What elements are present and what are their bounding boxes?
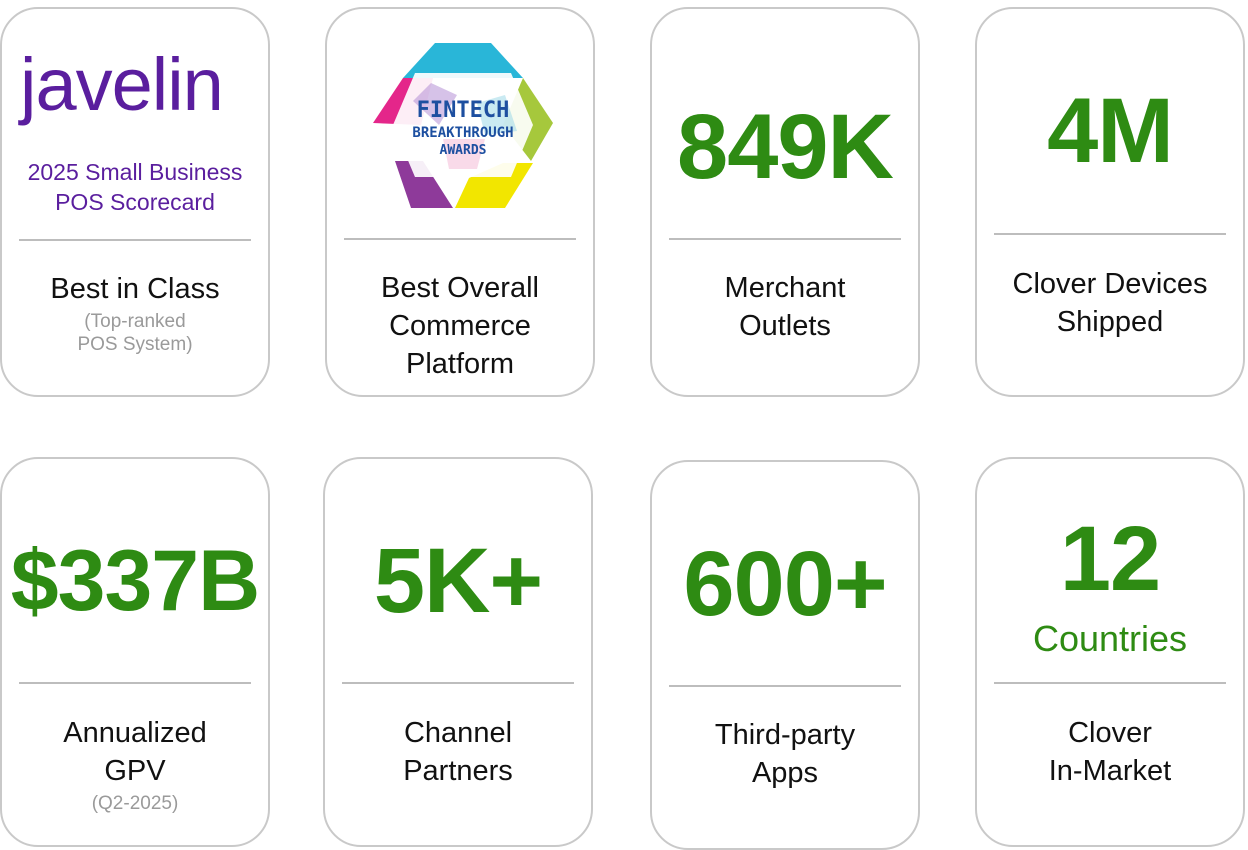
card-label-line1: Annualized [63, 717, 207, 749]
stat-value: 5K+ [373, 530, 543, 632]
card-merchant-outlets: 849K Merchant Outlets [650, 7, 920, 397]
divider [19, 682, 251, 684]
card-third-party-apps: 600+ Third-party Apps [650, 460, 920, 850]
stat-value: $337B [10, 533, 260, 629]
card-note-line2: POS System) [77, 334, 193, 355]
fintech-breakthrough-badge-icon: FINTECH BREAKTHROUGH AWARDS [373, 43, 553, 208]
stat-value: 600+ [683, 533, 887, 635]
card-label-line1: Clover Devices [1012, 268, 1208, 300]
scorecard-title: 2025 Small Business POS Scorecard [2, 157, 268, 217]
card-label-line1: Clover [1068, 717, 1152, 749]
card-devices-shipped: 4M Clover Devices Shipped [975, 7, 1245, 397]
card-label-line2: Commerce [389, 310, 531, 342]
card-label: Best Overall Commerce Platform [327, 269, 593, 383]
scorecard-title-line1: 2025 Small Business [27, 159, 243, 185]
divider [669, 238, 901, 240]
badge-line2: BREAKTHROUGH [412, 125, 513, 141]
card-label: Third-party Apps [652, 716, 918, 792]
card-fintech-award: FINTECH BREAKTHROUGH AWARDS Best Overall… [325, 7, 595, 397]
divider [669, 685, 901, 687]
card-label-line2: Apps [751, 757, 819, 789]
card-label: Merchant Outlets [652, 269, 918, 345]
stat-value: 12 [1059, 508, 1161, 610]
card-note-line1: (Top-ranked [84, 311, 186, 332]
card-label-line1: Third-party [714, 719, 856, 751]
badge-line1: FINTECH [417, 98, 510, 123]
card-label-line3: Platform [406, 348, 514, 380]
divider [994, 233, 1226, 235]
divider [994, 682, 1226, 684]
card-label-line1: Merchant [724, 272, 846, 304]
card-label-line1: Channel [403, 717, 513, 749]
javelin-logo: javelin [20, 43, 224, 126]
stat-value: 4M [1047, 80, 1174, 182]
stat-value: 849K [677, 96, 894, 198]
card-note: (Top-ranked POS System) [2, 310, 268, 356]
card-label-line2: In-Market [1048, 755, 1172, 787]
stat-unit: Countries [1032, 618, 1188, 659]
divider [344, 238, 576, 240]
badge-line3: AWARDS [440, 143, 487, 158]
card-label-line2: GPV [104, 755, 166, 787]
card-label-line2: Outlets [739, 310, 831, 342]
card-label-line1: Best Overall [381, 272, 539, 304]
card-note: (Q2-2025) [91, 793, 179, 814]
card-label: Clover In-Market [977, 714, 1243, 790]
card-annualized-gpv: $337B Annualized GPV (Q2-2025) [0, 457, 270, 847]
card-label-line2: Partners [403, 755, 513, 787]
divider [19, 239, 251, 241]
card-channel-partners: 5K+ Channel Partners [323, 457, 593, 847]
divider [342, 682, 574, 684]
card-label: Annualized GPV [2, 714, 268, 790]
card-label: Channel Partners [325, 714, 591, 790]
card-label: Best in Class [50, 273, 220, 305]
card-label-line2: Shipped [1056, 306, 1164, 338]
card-javelin-award: javelin 2025 Small Business POS Scorecar… [0, 7, 270, 397]
card-countries: 12 Countries Clover In-Market [975, 457, 1245, 847]
scorecard-title-line2: POS Scorecard [55, 189, 215, 215]
card-label: Clover Devices Shipped [977, 265, 1243, 341]
